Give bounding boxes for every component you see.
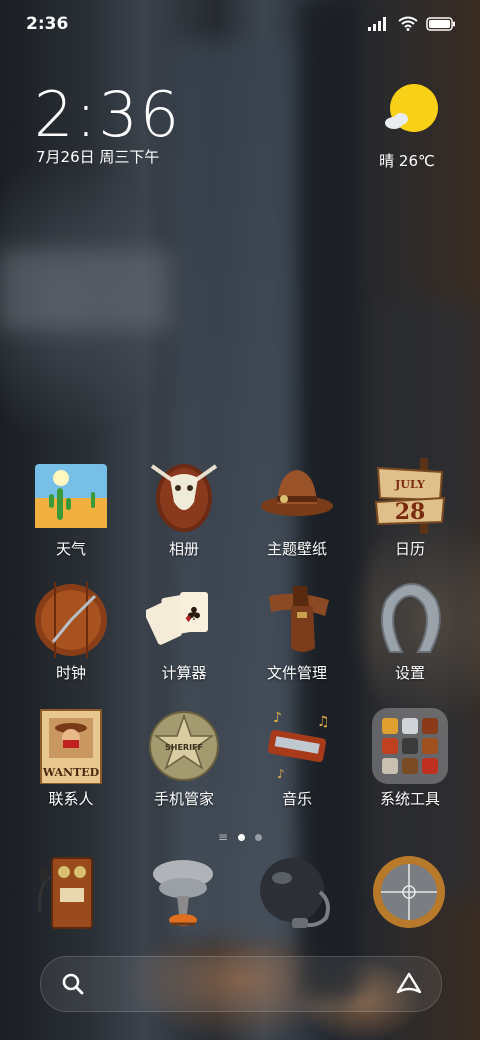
wifi-icon	[398, 16, 418, 35]
app-weather[interactable]: 天气	[21, 458, 121, 559]
app-themes[interactable]: 主题壁纸	[247, 458, 347, 559]
system-tools-folder-icon	[372, 708, 448, 784]
dock-phone[interactable]	[20, 852, 120, 932]
app-clock[interactable]: 时钟	[21, 582, 121, 683]
calculator-app-icon: ♣ ♦	[144, 582, 222, 658]
weather-temperature: 晴 26℃	[379, 152, 435, 170]
dock-messages[interactable]	[133, 852, 233, 932]
wanted-text: WANTED	[42, 766, 100, 779]
calendar-day: 28	[395, 499, 426, 525]
app-label: 计算器	[161, 664, 207, 682]
clock-widget-time[interactable]: 2:36	[34, 78, 181, 151]
app-label: 音乐	[281, 790, 312, 808]
page-dot-active[interactable]	[238, 833, 246, 841]
dock-browser[interactable]	[246, 852, 346, 932]
app-label: 主题壁纸	[266, 540, 327, 558]
themes-app-icon	[259, 458, 335, 534]
app-file-manager[interactable]: 文件管理	[247, 582, 347, 683]
home-list-icon[interactable]: ≡	[218, 830, 228, 844]
svg-text:♪: ♪	[273, 710, 282, 726]
settings-app-icon	[372, 582, 448, 658]
app-label: 联系人	[48, 790, 94, 808]
page-indicator[interactable]: ≡	[0, 830, 480, 844]
search-icon[interactable]	[61, 972, 85, 1000]
page-dot[interactable]	[255, 833, 263, 841]
app-label: 手机管家	[153, 790, 214, 808]
clock-app-icon	[33, 582, 109, 658]
messages-app-icon	[143, 852, 223, 932]
gallery-app-icon	[146, 458, 222, 534]
contacts-app-icon: WANTED	[33, 708, 109, 785]
status-bar: 2:36	[0, 0, 480, 50]
app-calculator[interactable]: ♣ ♦ 计算器	[134, 582, 234, 683]
dock-camera[interactable]	[359, 852, 459, 932]
app-label: 系统工具	[379, 790, 440, 808]
weather-app-icon	[33, 458, 109, 534]
app-label: 设置	[394, 664, 425, 682]
assistant-icon[interactable]	[395, 972, 423, 1000]
music-app-icon: ♪ ♫ ♪	[259, 708, 335, 784]
browser-app-icon	[256, 852, 336, 932]
app-gallery[interactable]: 相册	[134, 458, 234, 559]
svg-text:♫: ♫	[317, 714, 330, 730]
battery-icon	[426, 16, 456, 35]
app-system-tools-folder[interactable]: 系统工具	[360, 708, 460, 809]
signal-icon	[368, 16, 390, 35]
security-app-icon: SHERIFF	[146, 708, 222, 784]
app-label: 文件管理	[266, 664, 327, 682]
app-label: 天气	[55, 540, 86, 558]
app-label: 时钟	[55, 664, 86, 682]
app-label: 日历	[394, 540, 425, 558]
search-bar[interactable]	[40, 956, 442, 1012]
sunny-icon	[384, 84, 440, 140]
weather-widget[interactable]: 晴 26℃	[379, 84, 442, 171]
app-security[interactable]: SHERIFF 手机管家	[134, 708, 234, 809]
sheriff-text: SHERIFF	[165, 743, 203, 752]
camera-app-icon	[369, 852, 449, 932]
app-contacts[interactable]: WANTED 联系人	[21, 708, 121, 809]
svg-text:♪: ♪	[277, 767, 285, 781]
clock-widget-date[interactable]: 7月26日 周三下午	[36, 146, 159, 167]
app-calendar[interactable]: JULY 28 日历	[360, 458, 460, 559]
calendar-month: JULY	[394, 478, 425, 491]
status-time: 2:36	[26, 14, 69, 34]
file-manager-app-icon	[259, 582, 335, 658]
app-settings[interactable]: 设置	[360, 582, 460, 683]
calendar-app-icon: JULY 28	[372, 458, 448, 534]
phone-app-icon	[30, 852, 110, 932]
app-label: 相册	[168, 540, 199, 558]
app-music[interactable]: ♪ ♫ ♪ 音乐	[247, 708, 347, 809]
svg-text:♦: ♦	[184, 614, 193, 625]
